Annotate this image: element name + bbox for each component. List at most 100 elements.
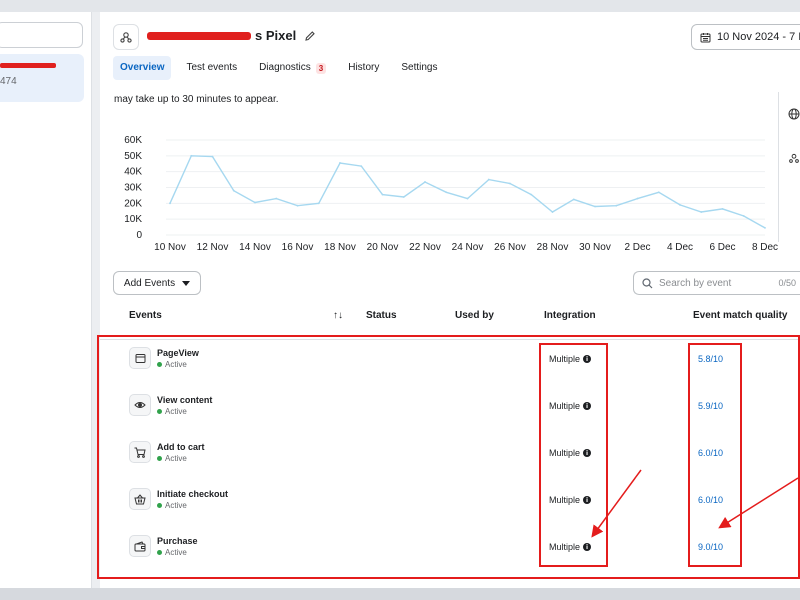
info-icon[interactable]: i	[583, 449, 592, 457]
chart-data-point	[551, 211, 554, 213]
chart-data-point	[721, 207, 724, 210]
chart-x-tick-label: 6 Dec	[709, 242, 735, 253]
chart-series-line	[169, 155, 766, 229]
chart-y-tick-label: 60K	[124, 135, 142, 146]
event-match-quality-link[interactable]: 6.0/10	[698, 448, 723, 458]
chart-y-tick-label: 50K	[124, 151, 142, 162]
sidebar-search-input[interactable]	[0, 22, 83, 48]
header-status: Status	[366, 310, 397, 321]
table-row[interactable]: PageView Active Multiple i 5.8/10	[100, 347, 800, 393]
tab-diagnostics-label: Diagnostics	[259, 62, 311, 73]
chart-data-point	[657, 191, 660, 194]
chart-data-point	[594, 205, 596, 208]
integration-label: Multiple	[549, 495, 581, 505]
chart-data-point	[254, 201, 256, 204]
sidebar-selected-pixel[interactable]: 474	[0, 54, 84, 102]
table-row[interactable]: View content Active Multiple i 5.9/10	[100, 394, 800, 440]
info-icon[interactable]: i	[583, 543, 592, 551]
tab-test-events[interactable]: Test events	[179, 56, 244, 80]
header-integration: Integration	[544, 310, 596, 321]
info-icon[interactable]: i	[583, 355, 592, 363]
chart-data-point	[169, 202, 171, 205]
chart-data-point	[190, 154, 193, 157]
table-row[interactable]: Purchase Active Multiple i 9.0/10	[100, 535, 800, 581]
integration-cell: Multiple i	[549, 495, 592, 505]
chart-data-point	[509, 182, 511, 185]
chart-data-point	[211, 155, 214, 158]
basket-icon	[129, 488, 151, 510]
event-status: Active	[157, 360, 187, 369]
eye-icon	[129, 394, 151, 416]
chart-data-point	[317, 202, 320, 205]
events-line-chart: 0 10K 20K 30K 40K 50K 60K 10 Nov 12 Nov 14 Nov 16 …	[124, 135, 778, 253]
tab-overview[interactable]: Overview	[113, 56, 172, 80]
top-browser-strip	[0, 0, 800, 12]
event-match-quality-link[interactable]: 5.9/10	[698, 401, 723, 411]
event-match-quality-link[interactable]: 6.0/10	[698, 495, 723, 505]
diagnostics-count-badge: 3	[315, 62, 327, 74]
integration-cell: Multiple i	[549, 401, 592, 411]
info-icon[interactable]: i	[583, 496, 592, 504]
chart-data-point	[339, 162, 341, 164]
chart-data-point	[487, 178, 490, 181]
event-status-label: Active	[165, 501, 187, 510]
chart-x-tick-label: 14 Nov	[239, 242, 271, 253]
search-char-count: 0/50	[778, 278, 796, 288]
chart-x-tick-label: 30 Nov	[579, 242, 611, 253]
chart-data-point	[742, 215, 745, 217]
page-title: s Pixel	[255, 28, 297, 43]
chart-x-tick-label: 20 Nov	[367, 242, 399, 253]
sort-icon[interactable]: ↑↓	[333, 310, 343, 321]
chart-x-tick-label: 2 Dec	[624, 242, 650, 253]
active-dot-icon	[157, 550, 162, 555]
chart-y-tick-label: 40K	[124, 167, 142, 178]
chart-data-point	[296, 204, 299, 207]
tab-history[interactable]: History	[341, 56, 386, 80]
header-events: Events	[129, 310, 162, 321]
chart-data-point	[764, 226, 766, 229]
date-range-label: 10 Nov 2024 - 7 Dec	[717, 31, 800, 43]
table-row[interactable]: Initiate checkout Active Multiple i 6.0/1…	[100, 488, 800, 534]
add-events-label: Add Events	[123, 277, 176, 289]
caret-down-icon	[182, 280, 191, 286]
event-status-label: Active	[165, 360, 187, 369]
event-status: Active	[157, 548, 187, 557]
event-match-quality-link[interactable]: 9.0/10	[698, 542, 723, 552]
chart-data-point	[572, 198, 575, 201]
active-dot-icon	[157, 362, 162, 367]
tab-settings[interactable]: Settings	[394, 56, 444, 80]
event-status-label: Active	[165, 548, 187, 557]
pencil-icon[interactable]	[304, 30, 316, 42]
pixel-overview-panel: s Pixel 10 Nov 2024 - 7 Dec Overview Tes…	[100, 12, 800, 588]
event-name: Add to cart	[157, 442, 205, 452]
active-dot-icon	[157, 409, 162, 414]
globe-icon[interactable]	[788, 108, 800, 120]
add-events-button[interactable]: Add Events	[113, 271, 201, 295]
redacted-title	[147, 31, 251, 40]
tab-diagnostics[interactable]: Diagnostics 3	[252, 56, 333, 80]
event-match-quality-link[interactable]: 5.8/10	[698, 354, 723, 364]
header-event-match-quality: Event match quality	[693, 310, 788, 321]
chart-data-point	[530, 193, 533, 196]
chart-data-point	[402, 196, 405, 198]
chart-y-tick-label: 20K	[124, 198, 142, 209]
event-status-label: Active	[165, 407, 187, 416]
table-row[interactable]: Add to cart Active Multiple i 6.0/10	[100, 441, 800, 487]
chart-x-tick-label: 12 Nov	[197, 242, 229, 253]
cart-icon	[129, 441, 151, 463]
connection-icon[interactable]	[788, 152, 800, 164]
chart-data-point	[445, 191, 448, 194]
chart-x-tick-label: 10 Nov	[154, 242, 186, 253]
chart-x-tick-label: 18 Nov	[324, 242, 356, 253]
chart-data-point	[424, 181, 426, 183]
date-range-picker[interactable]: 10 Nov 2024 - 7 Dec	[691, 24, 800, 50]
integration-label: Multiple	[549, 542, 581, 552]
event-name: Initiate checkout	[157, 489, 229, 499]
chart-x-tick-label: 26 Nov	[494, 242, 526, 253]
redacted-pixel-name	[0, 63, 56, 68]
tab-overview-label: Overview	[120, 62, 165, 73]
info-icon[interactable]: i	[583, 402, 592, 410]
chart-x-tick-label: 8 Dec	[752, 242, 778, 253]
event-search-input[interactable]: Search by event 0/50	[633, 271, 800, 295]
integration-label: Multiple	[549, 448, 581, 458]
